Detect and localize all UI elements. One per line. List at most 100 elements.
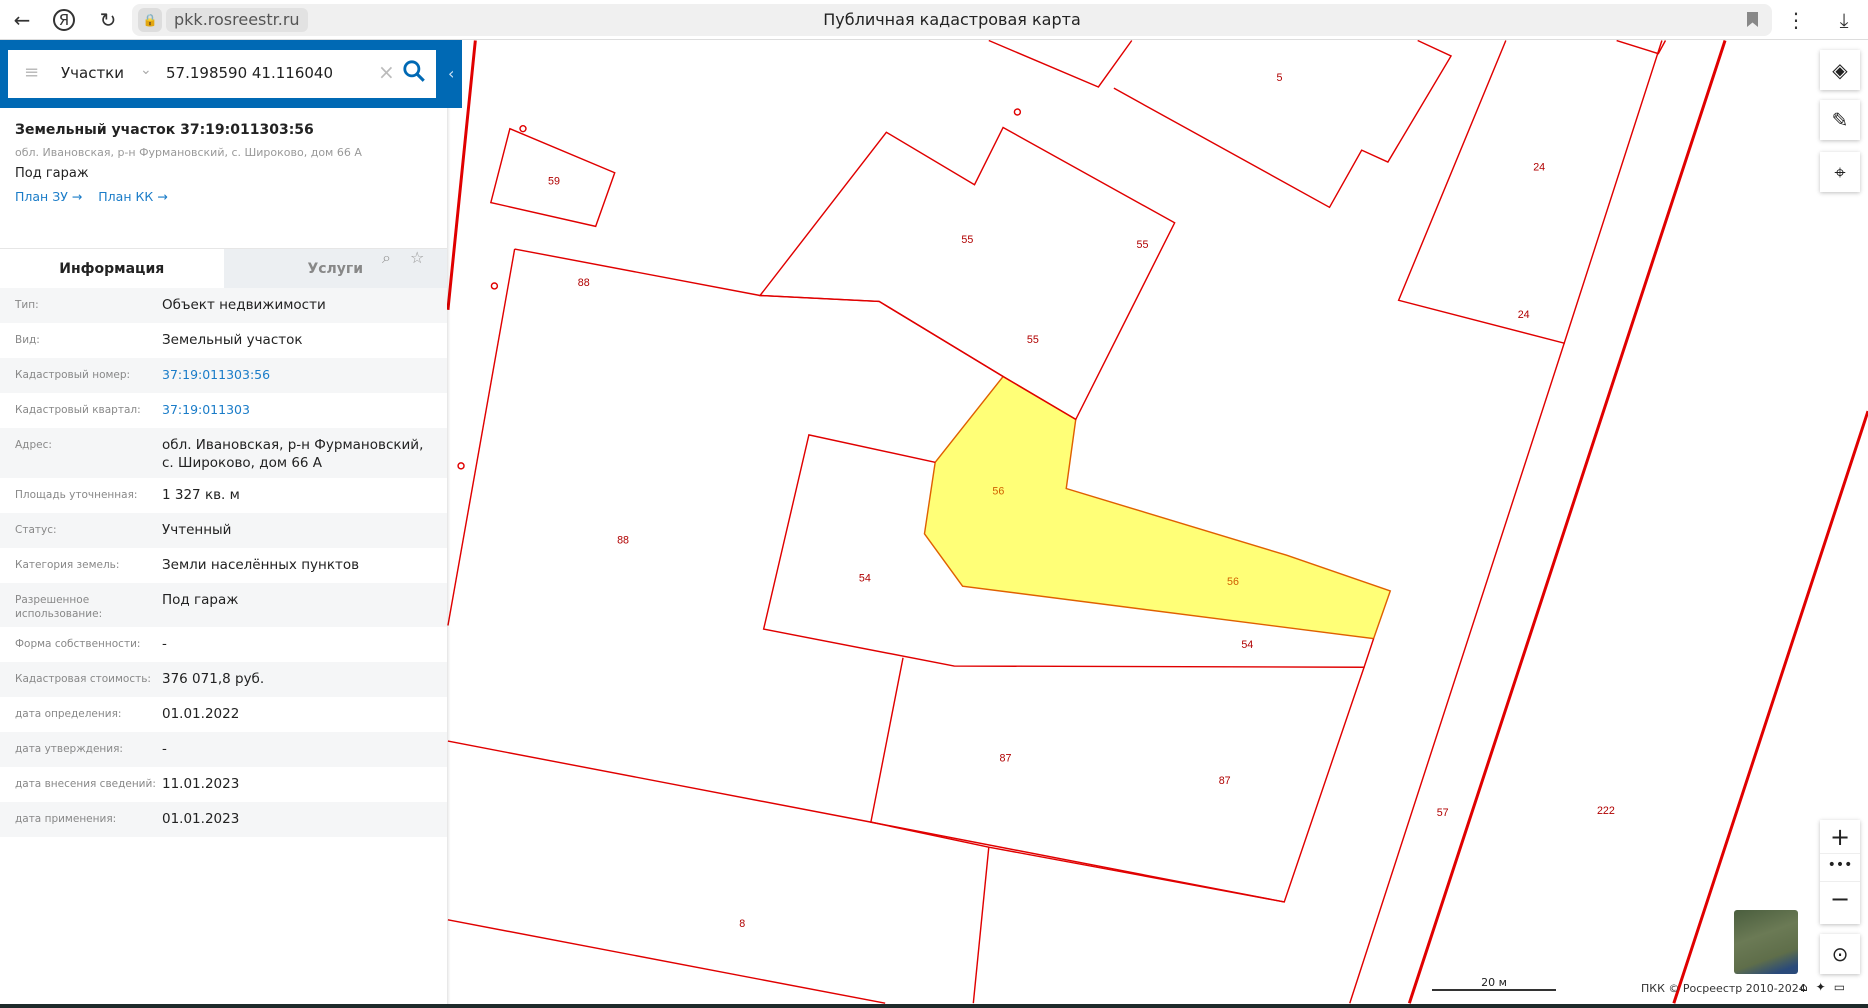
plan-kk-link[interactable]: План КК → bbox=[98, 189, 167, 204]
parcel-label: 87 bbox=[1000, 752, 1012, 764]
parcel-label: 5 bbox=[1277, 72, 1283, 84]
info-row: дата определения: 01.01.2022 bbox=[0, 697, 447, 732]
clear-icon[interactable]: × bbox=[378, 60, 395, 84]
parcel-8[interactable] bbox=[972, 847, 990, 1004]
zoom-in-button[interactable]: + bbox=[1820, 820, 1860, 854]
info-row: Адрес: обл. Ивановская, р-н Фурмановский,… bbox=[0, 428, 447, 478]
parcel-24[interactable] bbox=[1397, 40, 1663, 345]
info-value: 1 327 кв. м bbox=[162, 487, 240, 503]
star-icon[interactable]: ☆ bbox=[410, 248, 424, 267]
tabs: Информация Услуги bbox=[0, 248, 447, 288]
info-value: Объект недвижимости bbox=[162, 297, 326, 313]
lock-icon[interactable]: 🔒 bbox=[138, 8, 162, 32]
parcel-label: 222 bbox=[1597, 805, 1615, 817]
info-table: Тип: Объект недвижимости Вид: Земельный уча… bbox=[0, 288, 447, 837]
info-value: 01.01.2023 bbox=[162, 811, 240, 827]
search-bar: ≡ Участки ⌄ × ‹ bbox=[0, 40, 462, 108]
measure-button[interactable]: ✎ bbox=[1820, 100, 1860, 140]
info-value: 01.01.2022 bbox=[162, 706, 240, 722]
parcel-57[interactable] bbox=[1349, 342, 1565, 1004]
parcel-label: 55 bbox=[961, 234, 973, 246]
search-category-select[interactable]: Участки bbox=[61, 64, 124, 82]
parcel-8b[interactable] bbox=[447, 919, 886, 1004]
crosshair-icon: ⌖ bbox=[1834, 160, 1846, 184]
search-input[interactable] bbox=[166, 64, 366, 82]
info-value[interactable]: 37:19:011303:56 bbox=[162, 366, 447, 387]
url-text[interactable]: pkk.rosreestr.ru bbox=[166, 8, 308, 32]
info-row: Тип: Объект недвижимости bbox=[0, 288, 447, 323]
parcel-label: 87 bbox=[1219, 775, 1231, 787]
plan-zu-link[interactable]: План ЗУ → bbox=[15, 189, 82, 204]
parcel-label: 88 bbox=[617, 534, 629, 546]
compass-icon: ⊙ bbox=[1831, 942, 1849, 966]
info-value: 376 071,8 руб. bbox=[162, 671, 265, 687]
parcel-label: 56 bbox=[992, 485, 1004, 497]
info-label: дата внесения сведений: bbox=[15, 778, 156, 790]
locate-button[interactable]: ⌖ bbox=[1820, 152, 1860, 192]
info-row: Разрешенное использование: Под гараж bbox=[0, 583, 447, 627]
menu-dots-icon[interactable]: ⋮ bbox=[1782, 6, 1810, 34]
info-label: Статус: bbox=[15, 524, 57, 536]
parcel-label: 24 bbox=[1533, 161, 1545, 173]
basemap-thumbnail[interactable] bbox=[1734, 910, 1798, 974]
info-value: - bbox=[162, 636, 167, 652]
copyright: ПКК © Росреестр 2010-2024 bbox=[1641, 982, 1806, 995]
info-value: - bbox=[162, 741, 167, 757]
info-label: Площадь уточненная: bbox=[15, 489, 138, 501]
parcel-87[interactable] bbox=[870, 657, 1365, 903]
compass-button[interactable]: ⊙ bbox=[1820, 934, 1860, 974]
info-value: Учтенный bbox=[162, 522, 232, 538]
parcel-88-left[interactable] bbox=[447, 248, 516, 626]
parcel-label: 88 bbox=[578, 277, 590, 289]
address-bar[interactable]: Публичная кадастровая карта 🔒 pkk.rosree… bbox=[132, 4, 1772, 36]
info-label: Форма собственности: bbox=[15, 638, 141, 650]
parcel-5[interactable] bbox=[988, 39, 1133, 88]
parcel-56-selected[interactable] bbox=[923, 375, 1392, 640]
info-label: дата применения: bbox=[15, 813, 117, 825]
parcel-label: 8 bbox=[739, 918, 745, 930]
parcel-5b[interactable] bbox=[1113, 39, 1453, 209]
browser-toolbar: ← Я ↻ Публичная кадастровая карта 🔒 pkk.… bbox=[0, 0, 1868, 40]
info-value: Под гараж bbox=[162, 592, 239, 608]
info-label: дата определения: bbox=[15, 708, 122, 720]
quarter-boundary-road bbox=[1407, 40, 1727, 1004]
parcel-88[interactable] bbox=[514, 248, 1004, 378]
taskbar bbox=[0, 1004, 1868, 1008]
reload-icon[interactable]: ↻ bbox=[94, 6, 122, 34]
scale-bar: 20 м bbox=[1432, 976, 1556, 991]
parcel-label: 59 bbox=[548, 176, 560, 188]
info-label: Кадастровый номер: bbox=[15, 369, 131, 381]
zoom-out-button[interactable]: − bbox=[1820, 882, 1860, 916]
collapse-panel-icon[interactable]: ‹ bbox=[448, 64, 454, 83]
info-row: Площадь уточненная: 1 327 кв. м bbox=[0, 478, 447, 513]
chevron-down-icon[interactable]: ⌄ bbox=[140, 62, 152, 78]
parcel-label: 56 bbox=[1227, 576, 1239, 588]
info-label: Разрешенное использование: bbox=[15, 594, 103, 620]
info-row: Кадастровая стоимость: 376 071,8 руб. bbox=[0, 662, 447, 697]
target-icon[interactable]: ✦ bbox=[1816, 980, 1834, 994]
tab-information[interactable]: Информация bbox=[0, 249, 224, 288]
home-icon[interactable]: ⌂ bbox=[1800, 980, 1816, 994]
info-label: Кадастровый квартал: bbox=[15, 404, 141, 416]
info-row: Категория земель: Земли населённых пункто… bbox=[0, 548, 447, 583]
yandex-icon[interactable]: Я bbox=[53, 9, 75, 31]
object-card: Земельный участок 37:19:011303:56 обл. И… bbox=[0, 108, 447, 267]
download-icon[interactable]: ⤓ bbox=[1830, 6, 1858, 34]
search-icon[interactable] bbox=[401, 58, 427, 84]
back-icon[interactable]: ← bbox=[8, 6, 36, 34]
search-box: ≡ Участки ⌄ × bbox=[8, 50, 436, 98]
hamburger-icon[interactable]: ≡ bbox=[24, 64, 40, 82]
info-row: дата утверждения: - bbox=[0, 732, 447, 767]
fullscreen-icon[interactable]: ▭ bbox=[1834, 980, 1853, 994]
zoom-to-object-icon[interactable]: ⌕ bbox=[382, 248, 391, 268]
parcel-55[interactable] bbox=[758, 126, 1176, 421]
info-value: обл. Ивановская, р-н Фурмановский, с. Ши… bbox=[162, 437, 424, 471]
ruler-icon: ✎ bbox=[1831, 108, 1849, 132]
info-value[interactable]: 37:19:011303 bbox=[162, 401, 447, 422]
layers-button[interactable]: ◈ bbox=[1820, 50, 1860, 90]
object-address: обл. Ивановская, р-н Фурмановский, с. Ши… bbox=[15, 146, 362, 159]
more-button[interactable]: ••• bbox=[1820, 854, 1860, 882]
info-label: Вид: bbox=[15, 334, 40, 346]
parcel-label: 55 bbox=[1027, 334, 1039, 346]
parcel-label: 54 bbox=[859, 572, 871, 584]
